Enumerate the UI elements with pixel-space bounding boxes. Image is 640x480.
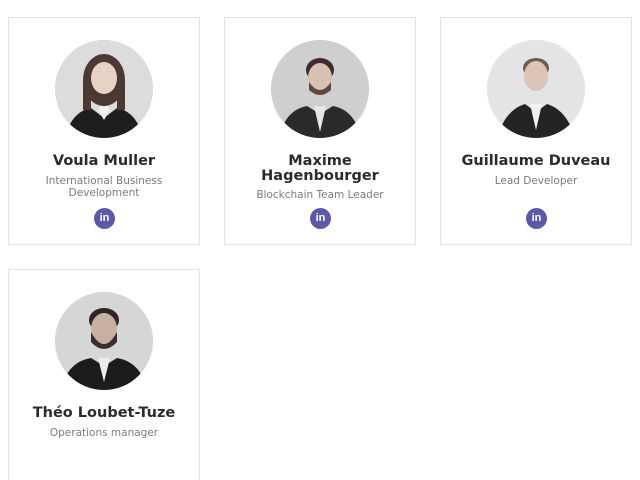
member-name: Maxime Hagenbourger (261, 153, 379, 184)
member-role: Operations manager (49, 427, 159, 439)
linkedin-icon[interactable]: in (310, 208, 331, 229)
member-role: Blockchain Team Leader (256, 189, 384, 201)
team-card: Guillaume Duveau Lead Developer in (440, 17, 632, 245)
team-card: Maxime Hagenbourger Blockchain Team Lead… (224, 17, 416, 245)
avatar (55, 292, 153, 390)
avatar (55, 40, 153, 138)
portrait-photo (55, 40, 153, 138)
team-grid: Voula Muller International Business Deve… (0, 0, 640, 480)
member-role: International Business Development (45, 175, 163, 199)
portrait-photo (487, 40, 585, 138)
linkedin-icon[interactable]: in (526, 208, 547, 229)
avatar (271, 40, 369, 138)
member-name: Théo Loubet-Tuze (32, 405, 176, 421)
linkedin-icon[interactable]: in (94, 208, 115, 229)
member-name: Guillaume Duveau (461, 153, 611, 169)
team-card: Théo Loubet-Tuze Operations manager (8, 269, 200, 480)
member-role: Lead Developer (494, 175, 578, 187)
member-name: Voula Muller (52, 153, 156, 169)
avatar (487, 40, 585, 138)
portrait-photo (271, 40, 369, 138)
team-card: Voula Muller International Business Deve… (8, 17, 200, 245)
portrait-photo (55, 292, 153, 390)
